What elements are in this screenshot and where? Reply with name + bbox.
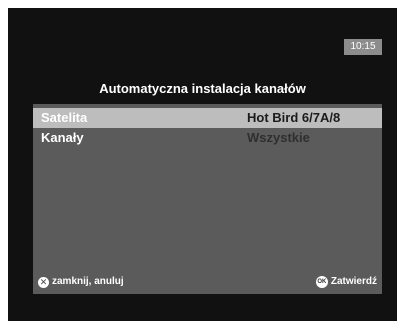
- cancel-hint[interactable]: ✕ zamknij, anuluj: [38, 272, 124, 292]
- cancel-label: zamknij, anuluj: [52, 276, 124, 287]
- ok-circle-icon: OK: [315, 276, 328, 288]
- menu-item-value: Hot Bird 6/7A/8: [247, 110, 341, 125]
- menu-item-satellite[interactable]: Satelita Hot Bird 6/7A/8: [33, 108, 382, 128]
- menu-item-label: Kanały: [41, 130, 84, 145]
- hint-bar: ✕ zamknij, anuluj OK Zatwierdź: [33, 272, 382, 292]
- clock-badge: 10:15: [344, 39, 382, 55]
- confirm-label: Zatwierdź: [330, 276, 377, 287]
- confirm-hint[interactable]: OK Zatwierdź: [315, 272, 377, 292]
- menu-item-channels[interactable]: Kanały Wszystkie: [33, 128, 382, 148]
- menu-item-value: Wszystkie: [247, 130, 310, 145]
- tv-screen: 10:15 Automatyczna instalacja kanałów Sa…: [8, 8, 397, 321]
- settings-panel: Satelita Hot Bird 6/7A/8 Kanały Wszystki…: [33, 104, 382, 294]
- menu-item-label: Satelita: [41, 110, 88, 125]
- page-title: Automatyczna instalacja kanałów: [99, 81, 306, 96]
- close-circle-icon: ✕: [38, 276, 49, 288]
